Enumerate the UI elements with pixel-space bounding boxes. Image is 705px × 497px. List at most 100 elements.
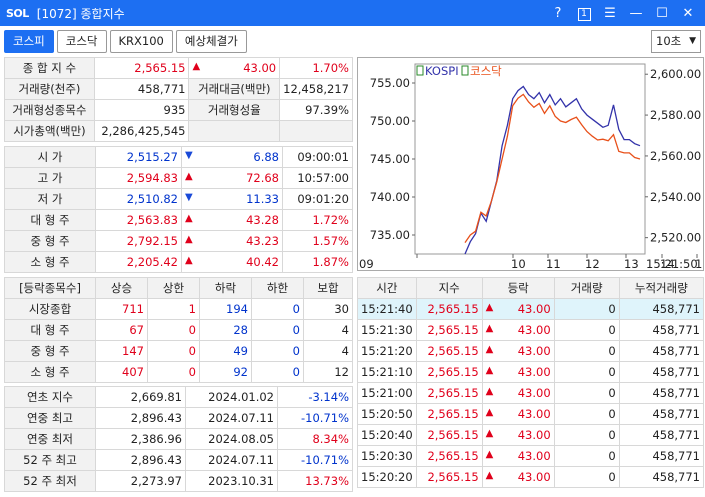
- history-pct: -3.14%: [277, 386, 353, 408]
- breadth-value: 1: [147, 298, 200, 320]
- tick-index: 2,565.15: [415, 340, 483, 362]
- ohlc-value: 2,792.15: [95, 230, 182, 252]
- title-bar: SOL [1072] 종합지수 ? 1 ☰ — ☐ ✕: [0, 0, 705, 26]
- history-row: 52 주 최고 2,896.43 2024.07.11 -10.71%: [4, 449, 353, 471]
- breadth-header-cell: 하락: [199, 277, 252, 299]
- tick-cumulative: 458,771: [618, 403, 705, 425]
- tick-index: 2,565.15: [415, 445, 483, 467]
- tick-time: 15:20:20: [357, 466, 417, 488]
- tick-row[interactable]: 15:20:40 2,565.15 ▲ 43.00 0 458,771: [357, 424, 705, 446]
- ohlc-table: 시 가 2,515.27 ▼ 6.88 09:00:01 고 가 2,594.83 ▲ 72.6…: [4, 146, 353, 273]
- up-arrow-icon: ▲: [485, 302, 494, 313]
- history-label: 연초 지수: [4, 386, 96, 408]
- up-arrow-icon: ▲: [485, 449, 494, 460]
- history-row: 52 주 최저 2,273.97 2023.10.31 13.73%: [4, 470, 353, 492]
- tick-index: 2,565.15: [415, 403, 483, 425]
- up-arrow-icon: ▲: [185, 213, 193, 224]
- breadth-value: 0: [147, 319, 200, 341]
- history-value: 2,896.43: [95, 449, 186, 471]
- screen-number-icon[interactable]: 1: [571, 5, 597, 21]
- history-date: 2023.10.31: [185, 470, 278, 492]
- ohlc-change: ▲ 40.42: [181, 251, 283, 273]
- index-value: 2,565.15: [93, 57, 190, 79]
- tick-change: ▲ 43.00: [481, 424, 555, 446]
- tick-time: 15:21:20: [357, 340, 417, 362]
- legend-label: 코스닥: [470, 64, 502, 78]
- up-arrow-icon: ▲: [485, 323, 494, 334]
- tick-volume: 0: [553, 298, 620, 320]
- tab-kospi[interactable]: 코스피: [4, 30, 54, 53]
- breadth-value: 49: [199, 340, 252, 362]
- ohlc-extra: 09:00:01: [282, 146, 353, 168]
- breadth-header-cell: 하한: [251, 277, 304, 299]
- x-tick-label: 12: [585, 257, 600, 270]
- app-logo: SOL: [6, 6, 29, 20]
- index-chart: 755.00 750.00 745.00 740.00 735.00 2,600.00 2,…: [357, 57, 705, 271]
- breadth-row: 중 형 주 147 0 49 0 4: [4, 340, 353, 362]
- ohlc-label: 저 가: [4, 188, 96, 210]
- history-pct: -10.71%: [277, 407, 353, 429]
- x-tick-label: 09: [359, 257, 374, 270]
- breadth-value: 0: [251, 319, 304, 341]
- tick-volume: 0: [553, 445, 620, 467]
- tick-volume: 0: [553, 382, 620, 404]
- tick-volume: 0: [553, 466, 620, 488]
- menu-icon[interactable]: ☰: [597, 6, 623, 21]
- history-pct: -10.71%: [277, 449, 353, 471]
- volume-label: 거래량(천주): [4, 78, 95, 100]
- breadth-label: 대 형 주: [4, 319, 96, 341]
- tick-row[interactable]: 15:21:00 2,565.15 ▲ 43.00 0 458,771: [357, 382, 705, 404]
- formed-count-label: 거래형성종목수: [4, 99, 95, 121]
- tab-kosdaq[interactable]: 코스닥: [56, 30, 107, 53]
- ohlc-value: 2,510.82: [95, 188, 182, 210]
- tick-row[interactable]: 15:21:40 2,565.15 ▲ 43.00 0 458,771: [357, 298, 705, 320]
- tick-time: 15:20:30: [357, 445, 417, 467]
- ohlc-row: 고 가 2,594.83 ▲ 72.68 10:57:00: [4, 167, 353, 189]
- breadth-value: 0: [251, 340, 304, 362]
- right-tick-label: 2,540.00: [650, 190, 701, 204]
- ohlc-row: 소 형 주 2,205.42 ▲ 40.42 1.87%: [4, 251, 353, 273]
- tick-row[interactable]: 15:21:30 2,565.15 ▲ 43.00 0 458,771: [357, 319, 705, 341]
- tab-krx100[interactable]: KRX100: [109, 30, 173, 53]
- breadth-header: [등락종목수] 상승 상한 하락 하한 보합: [4, 277, 353, 299]
- breadth-value: 92: [199, 361, 252, 383]
- ohlc-extra: 1.87%: [282, 251, 353, 273]
- x-tick-label: 11: [546, 257, 561, 270]
- ohlc-extra: 1.72%: [282, 209, 353, 231]
- ohlc-label: 대 형 주: [4, 209, 96, 231]
- ohlc-change: ▼ 6.88: [181, 146, 283, 168]
- tick-row[interactable]: 15:20:20 2,565.15 ▲ 43.00 0 458,771: [357, 466, 705, 488]
- history-row: 연초 지수 2,669.81 2024.01.02 -3.14%: [4, 386, 353, 408]
- tab-expected-price[interactable]: 예상체결가: [175, 30, 247, 53]
- tick-index: 2,565.15: [415, 466, 483, 488]
- interval-select[interactable]: 10초 ▼: [651, 30, 701, 53]
- minimize-icon[interactable]: —: [623, 6, 649, 21]
- breadth-row: 소 형 주 407 0 92 0 12: [4, 361, 353, 383]
- maximize-icon[interactable]: ☐: [649, 6, 675, 21]
- breadth-header-cell: 상승: [95, 277, 148, 299]
- tick-change: ▲ 43.00: [481, 340, 555, 362]
- history-label: 연중 최고: [4, 407, 96, 429]
- tick-row[interactable]: 15:20:30 2,565.15 ▲ 43.00 0 458,771: [357, 445, 705, 467]
- tick-time: 15:21:40: [357, 298, 417, 320]
- tick-index: 2,565.15: [415, 382, 483, 404]
- breadth-label: 소 형 주: [4, 361, 96, 383]
- breadth-header-cell: 상한: [147, 277, 200, 299]
- tick-row[interactable]: 15:21:20 2,565.15 ▲ 43.00 0 458,771: [357, 340, 705, 362]
- breadth-label: 중 형 주: [4, 340, 96, 362]
- market-cap-value: 2,286,425,545: [93, 120, 190, 142]
- tick-row[interactable]: 15:21:10 2,565.15 ▲ 43.00 0 458,771: [357, 361, 705, 383]
- help-icon[interactable]: ?: [545, 6, 571, 21]
- legend-marker: [461, 65, 469, 76]
- market-tabs: 코스피 코스닥 KRX100 예상체결가: [4, 30, 247, 53]
- tick-change: ▲ 43.00: [481, 298, 555, 320]
- tick-row[interactable]: 15:20:50 2,565.15 ▲ 43.00 0 458,771: [357, 403, 705, 425]
- ohlc-extra: 1.57%: [282, 230, 353, 252]
- ohlc-extra: 09:01:20: [282, 188, 353, 210]
- close-icon[interactable]: ✕: [675, 6, 701, 21]
- ohlc-change: ▲ 43.23: [181, 230, 283, 252]
- breadth-value: 194: [199, 298, 252, 320]
- market-cap-label: 시가총액(백만): [4, 120, 95, 142]
- history-value: 2,669.81: [95, 386, 186, 408]
- breadth-value: 0: [251, 298, 304, 320]
